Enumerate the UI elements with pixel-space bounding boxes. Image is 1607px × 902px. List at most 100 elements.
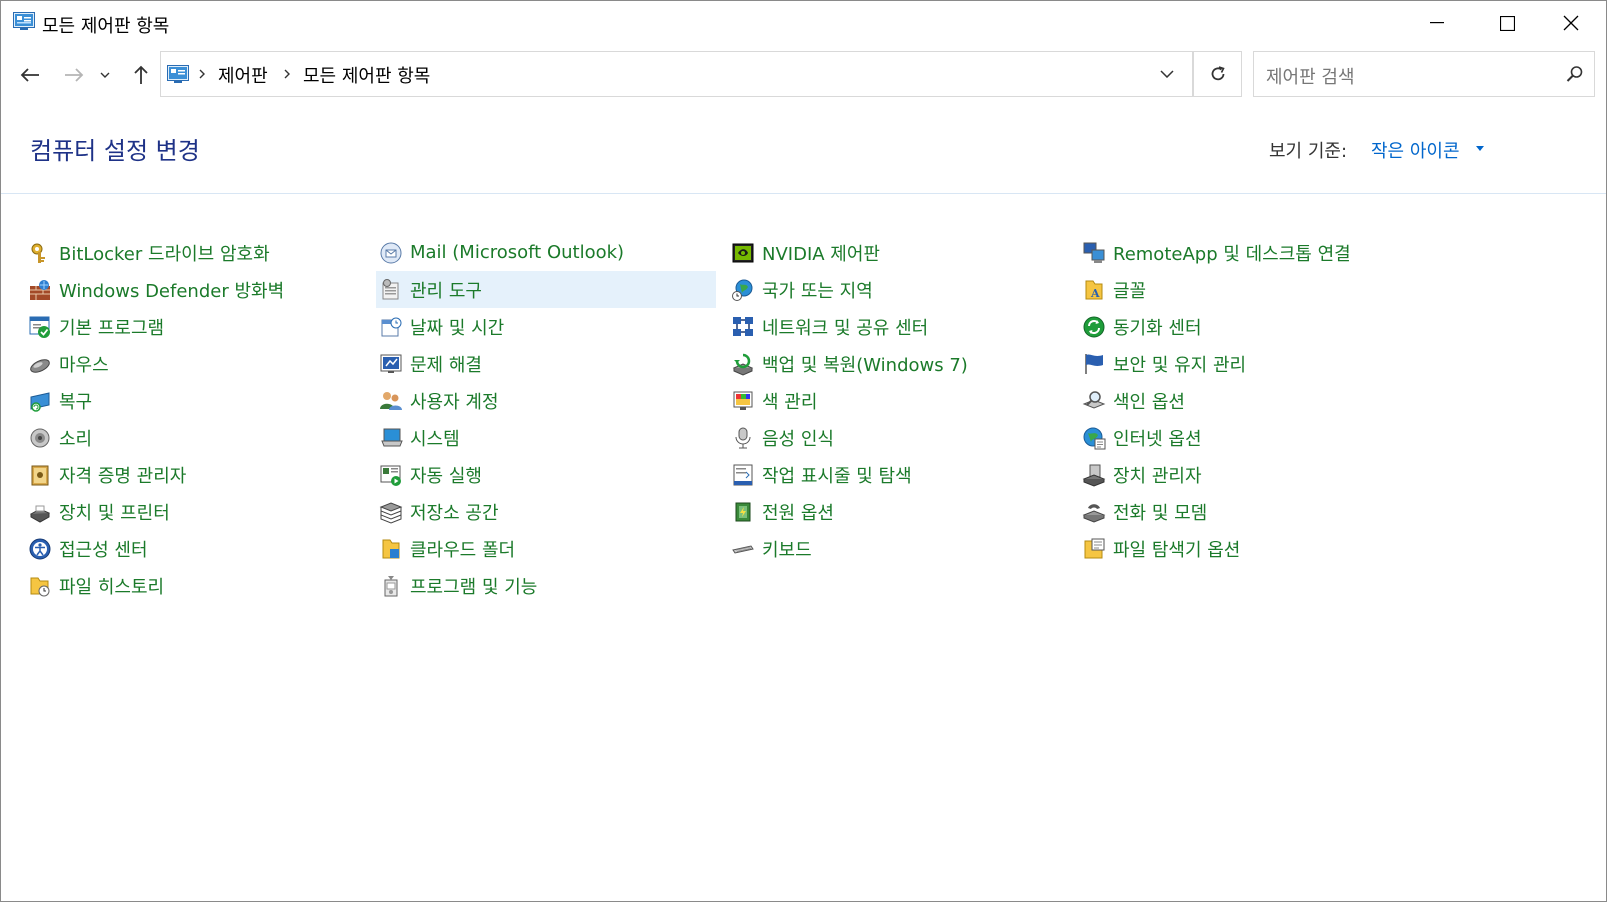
item-remoteapp[interactable]: RemoteApp 및 데스크톱 연결: [1079, 234, 1351, 271]
item-programs-features[interactable]: 프로그램 및 기능: [376, 567, 537, 604]
item-power[interactable]: 전원 옵션: [728, 493, 834, 530]
address-dropdown-button[interactable]: [1142, 52, 1193, 96]
item-user-accounts[interactable]: 사용자 계정: [376, 382, 499, 419]
item-devices-printers[interactable]: 장치 및 프린터: [25, 493, 170, 530]
up-button[interactable]: [125, 59, 157, 91]
troubleshooting-icon: [378, 351, 404, 377]
item-label[interactable]: 마우스: [59, 351, 109, 377]
chevron-right-icon[interactable]: [197, 68, 207, 80]
address-bar[interactable]: 제어판 모든 제어판 항목: [160, 51, 1194, 97]
item-color-management[interactable]: 색 관리: [728, 382, 817, 419]
item-indexing[interactable]: 색인 옵션: [1079, 382, 1185, 419]
item-credential-manager[interactable]: 자격 증명 관리자: [25, 456, 186, 493]
item-backup[interactable]: 백업 및 복원(Windows 7): [728, 345, 968, 382]
item-date-time[interactable]: 날짜 및 시간: [376, 308, 504, 345]
item-label[interactable]: 파일 히스토리: [59, 573, 164, 599]
item-security-maintenance[interactable]: 보안 및 유지 관리: [1079, 345, 1246, 382]
search-icon[interactable]: [1566, 65, 1584, 83]
item-explorer-options[interactable]: 파일 탐색기 옵션: [1079, 530, 1240, 567]
item-speech[interactable]: 음성 인식: [728, 419, 834, 456]
item-ease-of-access[interactable]: 접근성 센터: [25, 530, 148, 567]
item-label[interactable]: 네트워크 및 공유 센터: [762, 314, 928, 340]
item-device-manager[interactable]: 장치 관리자: [1079, 456, 1202, 493]
item-label[interactable]: 백업 및 복원(Windows 7): [762, 351, 968, 377]
item-label[interactable]: 문제 해결: [410, 351, 482, 377]
chevron-right-icon[interactable]: [282, 68, 292, 80]
item-phone-modem[interactable]: 전화 및 모뎀: [1079, 493, 1207, 530]
item-label[interactable]: 음성 인식: [762, 425, 834, 451]
item-label[interactable]: 날짜 및 시간: [410, 314, 504, 340]
maximize-button[interactable]: [1472, 1, 1542, 45]
recent-locations-button[interactable]: [95, 59, 115, 91]
item-label[interactable]: 사용자 계정: [410, 388, 499, 414]
item-keyboard[interactable]: 키보드: [728, 530, 812, 567]
item-label[interactable]: NVIDIA 제어판: [762, 240, 880, 266]
close-button[interactable]: [1536, 1, 1606, 45]
item-label[interactable]: Windows Defender 방화벽: [59, 277, 284, 303]
item-system[interactable]: 시스템: [376, 419, 460, 456]
item-label[interactable]: 관리 도구: [410, 277, 482, 303]
breadcrumb-control-panel[interactable]: 제어판: [218, 62, 268, 88]
item-recovery[interactable]: 복구: [25, 382, 92, 419]
item-label[interactable]: 저장소 공간: [410, 499, 499, 525]
item-label[interactable]: 전화 및 모뎀: [1113, 499, 1207, 525]
item-internet-options[interactable]: 인터넷 옵션: [1079, 419, 1202, 456]
item-label[interactable]: 작업 표시줄 및 탐색: [762, 462, 912, 488]
item-label[interactable]: BitLocker 드라이브 암호화: [59, 240, 270, 266]
item-taskbar[interactable]: 작업 표시줄 및 탐색: [728, 456, 912, 493]
item-label[interactable]: Mail (Microsoft Outlook): [410, 242, 624, 263]
item-label[interactable]: 접근성 센터: [59, 536, 148, 562]
breadcrumb-all-items[interactable]: 모든 제어판 항목: [303, 62, 430, 88]
keyboard-icon: [730, 536, 756, 562]
search-input[interactable]: 제어판 검색: [1266, 63, 1355, 89]
item-mouse[interactable]: 마우스: [25, 345, 109, 382]
item-cloud-folder[interactable]: 클라우드 폴더: [376, 530, 515, 567]
fonts-icon: A: [1081, 277, 1107, 303]
search-box[interactable]: 제어판 검색: [1253, 51, 1595, 97]
item-label[interactable]: 장치 관리자: [1113, 462, 1202, 488]
item-label[interactable]: 자격 증명 관리자: [59, 462, 186, 488]
item-label[interactable]: 복구: [59, 388, 92, 414]
item-label[interactable]: 글꼴: [1113, 277, 1146, 303]
item-troubleshooting[interactable]: 문제 해결: [376, 345, 482, 382]
minimize-button[interactable]: [1402, 1, 1472, 45]
item-file-history[interactable]: 파일 히스토리: [25, 567, 164, 604]
item-label[interactable]: 클라우드 폴더: [410, 536, 515, 562]
item-label[interactable]: 소리: [59, 425, 92, 451]
item-label[interactable]: 국가 또는 지역: [762, 277, 873, 303]
item-label[interactable]: 자동 실행: [410, 462, 482, 488]
item-label[interactable]: 보안 및 유지 관리: [1113, 351, 1246, 377]
item-label[interactable]: 프로그램 및 기능: [410, 573, 537, 599]
item-default-programs[interactable]: 기본 프로그램: [25, 308, 164, 345]
item-storage-spaces[interactable]: 저장소 공간: [376, 493, 499, 530]
item-label[interactable]: 키보드: [762, 536, 812, 562]
item-bitlocker[interactable]: BitLocker 드라이브 암호화: [25, 234, 270, 271]
item-label[interactable]: RemoteApp 및 데스크톱 연결: [1113, 240, 1351, 266]
item-label[interactable]: 장치 및 프린터: [59, 499, 170, 525]
item-network[interactable]: 네트워크 및 공유 센터: [728, 308, 928, 345]
item-label[interactable]: 인터넷 옵션: [1113, 425, 1202, 451]
back-button[interactable]: [14, 59, 46, 91]
item-label[interactable]: 기본 프로그램: [59, 314, 164, 340]
storage-spaces-icon: [378, 499, 404, 525]
item-fonts[interactable]: A 글꼴: [1079, 271, 1146, 308]
item-nvidia[interactable]: NVIDIA 제어판: [728, 234, 880, 271]
caret-down-icon[interactable]: [1476, 146, 1484, 151]
item-mail[interactable]: Mail (Microsoft Outlook): [376, 234, 624, 271]
item-label[interactable]: 색인 옵션: [1113, 388, 1185, 414]
item-sound[interactable]: 소리: [25, 419, 92, 456]
item-firewall[interactable]: Windows Defender 방화벽: [25, 271, 284, 308]
item-label[interactable]: 전원 옵션: [762, 499, 834, 525]
programs-features-icon: [378, 573, 404, 599]
item-label[interactable]: 파일 탐색기 옵션: [1113, 536, 1240, 562]
item-label[interactable]: 색 관리: [762, 388, 817, 414]
item-label[interactable]: 동기화 센터: [1113, 314, 1202, 340]
item-region[interactable]: 국가 또는 지역: [728, 271, 873, 308]
item-autoplay[interactable]: 자동 실행: [376, 456, 482, 493]
item-admin-tools[interactable]: 관리 도구: [376, 271, 716, 308]
item-sync-center[interactable]: 동기화 센터: [1079, 308, 1202, 345]
refresh-button[interactable]: [1194, 51, 1242, 97]
forward-button[interactable]: [58, 59, 90, 91]
item-label[interactable]: 시스템: [410, 425, 460, 451]
view-by-dropdown[interactable]: 작은 아이콘: [1371, 137, 1460, 163]
